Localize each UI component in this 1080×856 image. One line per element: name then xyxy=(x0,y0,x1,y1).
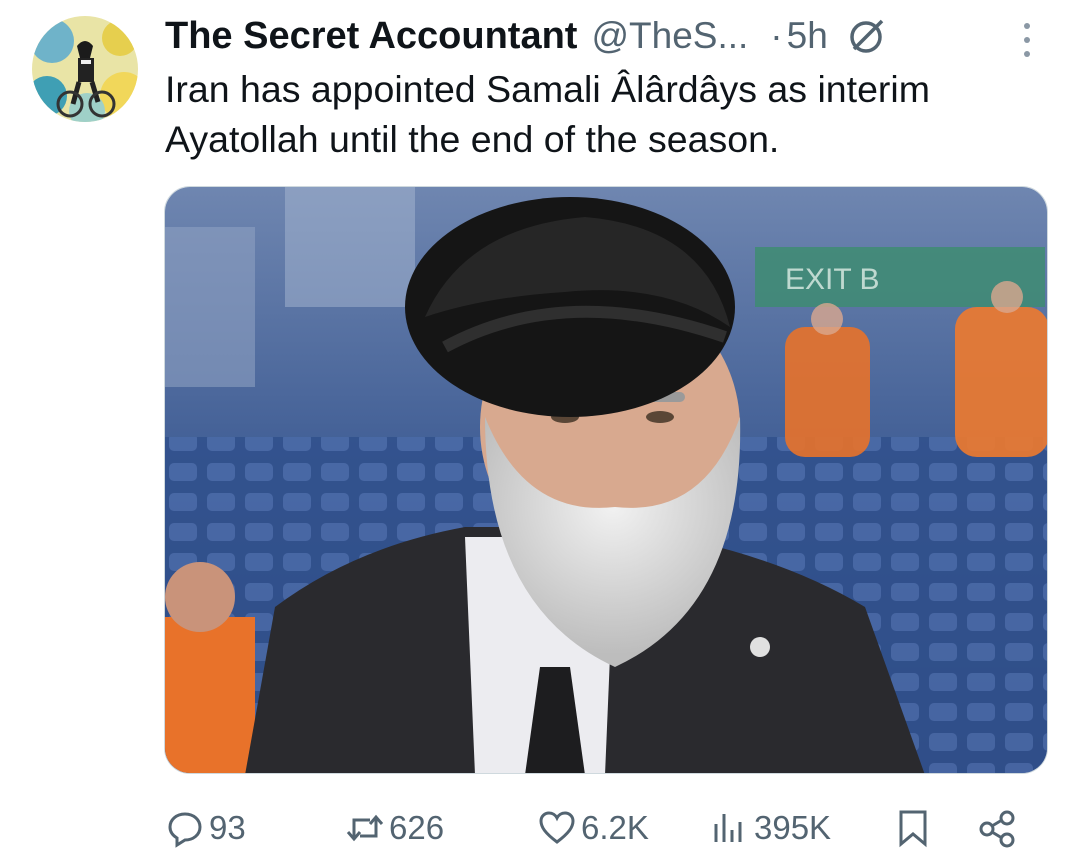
author-name[interactable]: The Secret Accountant xyxy=(165,15,577,58)
bar-chart-icon xyxy=(714,814,742,842)
author-avatar[interactable] xyxy=(32,16,138,122)
blocked-circle-icon[interactable] xyxy=(844,13,890,59)
tweet-timestamp[interactable]: 5h xyxy=(787,15,828,57)
tweet-text: Iran has appointed Samali Âlârdâys as in… xyxy=(165,68,930,160)
exit-sign-text: EXIT B xyxy=(785,263,879,296)
speech-bubble-icon xyxy=(168,812,202,848)
bookmark-icon xyxy=(899,810,927,848)
share-nodes-icon xyxy=(979,810,1015,848)
views-button[interactable]: 395K xyxy=(710,800,831,856)
reply-button[interactable]: 93 xyxy=(165,800,246,856)
tweet-header: The Secret Accountant @TheS... · 5h xyxy=(165,12,1045,60)
separator-dot: · xyxy=(770,15,783,56)
repost-button[interactable]: 626 xyxy=(345,800,444,856)
reply-count: 93 xyxy=(209,809,246,846)
vertical-dots-icon[interactable] xyxy=(1017,18,1037,62)
repost-count: 626 xyxy=(389,809,445,846)
repost-arrows-icon xyxy=(346,814,384,842)
author-handle[interactable]: @TheS... xyxy=(591,15,748,57)
view-count: 395K xyxy=(754,809,832,846)
like-count: 6.2K xyxy=(581,809,649,846)
bookmark-button[interactable] xyxy=(893,800,937,856)
tweet-action-bar: 93 626 6.2K 395K xyxy=(165,800,1035,856)
tweet-image[interactable]: EXIT B xyxy=(164,186,1048,774)
share-button[interactable] xyxy=(977,800,1021,856)
heart-icon xyxy=(539,811,575,844)
like-button[interactable]: 6.2K xyxy=(537,800,649,856)
